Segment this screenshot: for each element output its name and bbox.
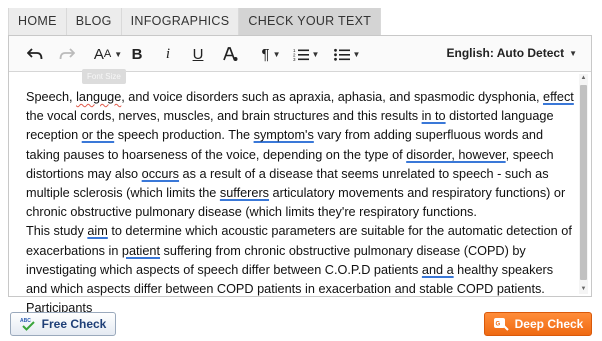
nav-blog[interactable]: BLOG — [66, 8, 122, 35]
chevron-down-icon: ▼ — [569, 48, 577, 58]
editor-text-area[interactable]: Speech, languge, and voice disorders suc… — [26, 88, 574, 318]
font-size-icon[interactable]: A A ▼ — [94, 42, 122, 66]
top-nav: HOME BLOG INFOGRAPHICS CHECK YOUR TEXT — [8, 8, 382, 35]
nav-home[interactable]: HOME — [8, 8, 67, 35]
grammar-error-highlight[interactable]: in to — [422, 109, 446, 123]
chevron-down-icon: ▼ — [114, 49, 123, 59]
scroll-thumb[interactable] — [580, 85, 587, 280]
chevron-down-icon: ▼ — [272, 49, 281, 59]
paragraph-1: Speech, languge, and voice disorders suc… — [26, 88, 574, 222]
deep-check-icon: G — [493, 317, 509, 331]
spelling-error-highlight[interactable]: languge — [76, 90, 121, 104]
grammar-error-highlight[interactable]: or the — [82, 128, 114, 142]
language-selector[interactable]: English: Auto Detect ▼ — [447, 46, 577, 60]
nav-check-your-text[interactable]: CHECK YOUR TEXT — [239, 8, 382, 35]
undo-icon[interactable] — [25, 42, 45, 66]
grammar-error-highlight[interactable]: patient — [122, 244, 160, 258]
svg-text:3: 3 — [293, 57, 296, 61]
scroll-down-arrow-icon[interactable]: ▼ — [579, 285, 588, 294]
text-segment: Speech, — [26, 90, 77, 104]
text-segment: This study — [26, 224, 88, 239]
free-check-label: Free Check — [41, 317, 107, 331]
font-size-tooltip: Font Size — [82, 69, 126, 84]
svg-text:G: G — [495, 322, 500, 328]
grammar-error-highlight[interactable]: and a — [422, 263, 454, 277]
free-check-button[interactable]: ABC Free Check — [10, 312, 116, 336]
editor-toolbar: A A ▼ B i U ¶ ▼ 123 ▼ ▼ English: Auto Detec… — [9, 36, 591, 72]
text-segment: speech production. The — [114, 128, 254, 143]
deep-check-label: Deep Check — [514, 317, 584, 331]
grammar-error-highlight[interactable]: disorder, however — [406, 148, 505, 162]
numbered-list-icon[interactable]: 123 ▼ — [291, 42, 321, 66]
text-segment: , and voice disorders such as apraxia, a… — [121, 90, 544, 104]
grammar-error-highlight[interactable]: aim — [87, 224, 107, 238]
text-editor: A A ▼ B i U ¶ ▼ 123 ▼ ▼ English: Auto Detec… — [8, 35, 592, 315]
chevron-down-icon: ▼ — [311, 49, 320, 59]
scroll-up-arrow-icon[interactable]: ▲ — [579, 74, 588, 83]
nav-infographics[interactable]: INFOGRAPHICS — [121, 8, 240, 35]
deep-check-button[interactable]: G Deep Check — [484, 312, 592, 336]
paragraph-icon[interactable]: ¶ ▼ — [259, 42, 283, 66]
grammar-error-highlight[interactable]: effect — [543, 90, 574, 104]
grammar-error-highlight[interactable]: symptom's — [254, 128, 314, 142]
vertical-scrollbar[interactable]: ▲ ▼ — [579, 74, 588, 294]
abc-check-icon: ABC — [20, 317, 36, 331]
text-segment: the vocal cords, nerves, muscles, and br… — [26, 109, 422, 124]
grammar-error-highlight[interactable]: occurs — [142, 167, 179, 181]
grammar-error-highlight[interactable]: sufferers — [220, 186, 269, 200]
underline-icon[interactable]: U — [191, 42, 205, 66]
language-label: English: Auto Detect — [446, 46, 565, 60]
chevron-down-icon: ▼ — [352, 49, 361, 59]
bold-icon[interactable]: B — [130, 42, 144, 66]
paragraph-2: This study aim to determine which acoust… — [26, 222, 574, 318]
italic-icon[interactable]: i — [162, 42, 174, 66]
redo-icon[interactable] — [57, 42, 77, 66]
bulleted-list-icon[interactable]: ▼ — [332, 42, 362, 66]
text-color-icon[interactable] — [222, 42, 238, 66]
svg-text:ABC: ABC — [20, 318, 31, 324]
